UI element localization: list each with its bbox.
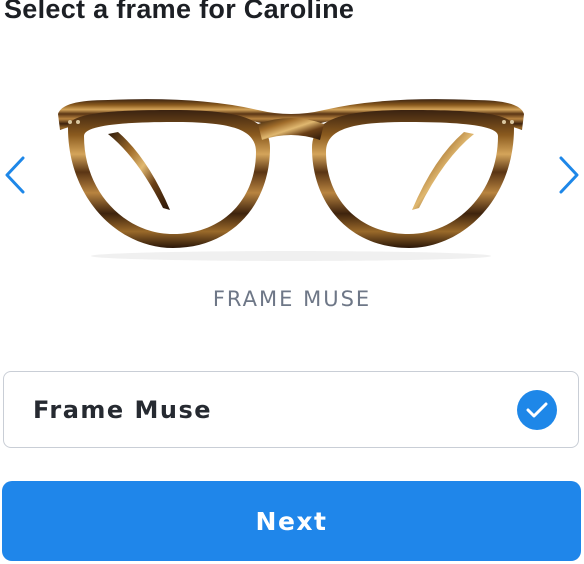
checkmark-circle-icon — [517, 389, 557, 430]
chevron-left-icon — [5, 156, 25, 194]
next-button[interactable]: Next — [2, 481, 581, 561]
chevron-right-icon — [559, 156, 579, 194]
next-frame-arrow-button[interactable] — [554, 150, 584, 200]
page-title: Select a frame for Caroline — [4, 0, 355, 24]
previous-frame-button[interactable] — [0, 150, 30, 200]
frame-option-label: Frame Muse — [33, 395, 213, 424]
frame-option-muse[interactable]: Frame Muse — [3, 371, 579, 448]
eyeglasses-image — [58, 99, 524, 261]
frame-caption: FRAME MUSE — [212, 287, 372, 311]
